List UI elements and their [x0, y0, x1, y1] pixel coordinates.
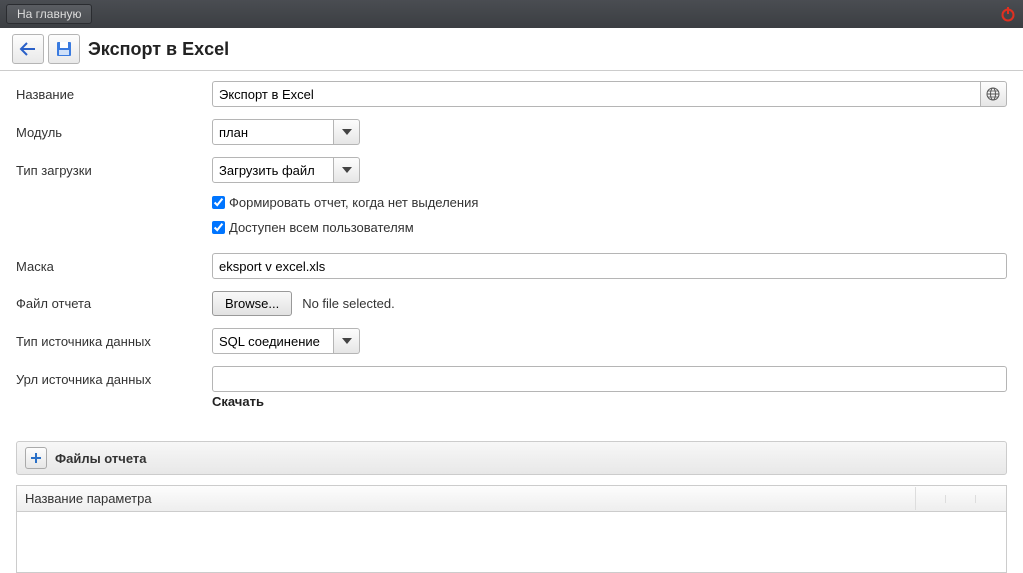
module-dropdown-button[interactable] [334, 119, 360, 145]
parameters-grid: Название параметра [16, 485, 1007, 573]
source-url-label: Урл источника данных [16, 372, 212, 387]
load-type-dropdown-button[interactable] [334, 157, 360, 183]
generate-report-checkbox-label: Формировать отчет, когда нет выделения [229, 195, 478, 210]
source-url-input[interactable] [212, 366, 1007, 392]
browse-button[interactable]: Browse... [212, 291, 292, 316]
power-icon[interactable] [999, 5, 1017, 23]
module-input[interactable] [212, 119, 334, 145]
report-file-label: Файл отчета [16, 296, 212, 311]
globe-button[interactable] [980, 81, 1007, 107]
page-title: Экспорт в Excel [88, 39, 229, 60]
name-input[interactable] [212, 81, 980, 107]
no-file-text: No file selected. [302, 296, 395, 311]
grid-col-action-1[interactable] [916, 495, 946, 503]
plus-icon [30, 452, 42, 464]
add-report-file-button[interactable] [25, 447, 47, 469]
grid-body [17, 512, 1006, 572]
load-type-label: Тип загрузки [16, 163, 212, 178]
available-all-checkbox[interactable] [212, 221, 225, 234]
download-link[interactable]: Скачать [212, 394, 1007, 409]
chevron-down-icon [342, 338, 352, 344]
name-label: Название [16, 87, 212, 102]
available-all-checkbox-label: Доступен всем пользователям [229, 220, 414, 235]
chevron-down-icon [342, 129, 352, 135]
back-button[interactable] [12, 34, 44, 64]
generate-report-checkbox[interactable] [212, 196, 225, 209]
grid-col-parameter-name[interactable]: Название параметра [17, 487, 916, 510]
toolbar: Экспорт в Excel [0, 28, 1023, 71]
grid-header: Название параметра [17, 486, 1006, 512]
section-title: Файлы отчета [55, 451, 146, 466]
topbar: На главную [0, 0, 1023, 28]
source-type-input[interactable] [212, 328, 334, 354]
globe-icon [986, 87, 1000, 101]
home-button[interactable]: На главную [6, 4, 92, 24]
source-type-label: Тип источника данных [16, 334, 212, 349]
save-button[interactable] [48, 34, 80, 64]
load-type-input[interactable] [212, 157, 334, 183]
source-type-dropdown-button[interactable] [334, 328, 360, 354]
mask-label: Маска [16, 259, 212, 274]
arrow-left-icon [19, 42, 37, 56]
source-type-combo[interactable] [212, 328, 362, 354]
form-area: Название Модуль Тип загрузки [0, 71, 1023, 431]
report-files-section: Файлы отчета [16, 441, 1007, 475]
grid-col-action-3[interactable] [976, 495, 1006, 503]
module-combo[interactable] [212, 119, 362, 145]
save-icon [55, 40, 73, 58]
chevron-down-icon [342, 167, 352, 173]
module-label: Модуль [16, 125, 212, 140]
load-type-combo[interactable] [212, 157, 362, 183]
section-header: Файлы отчета [16, 441, 1007, 475]
mask-input[interactable] [212, 253, 1007, 279]
grid-col-action-2[interactable] [946, 495, 976, 503]
